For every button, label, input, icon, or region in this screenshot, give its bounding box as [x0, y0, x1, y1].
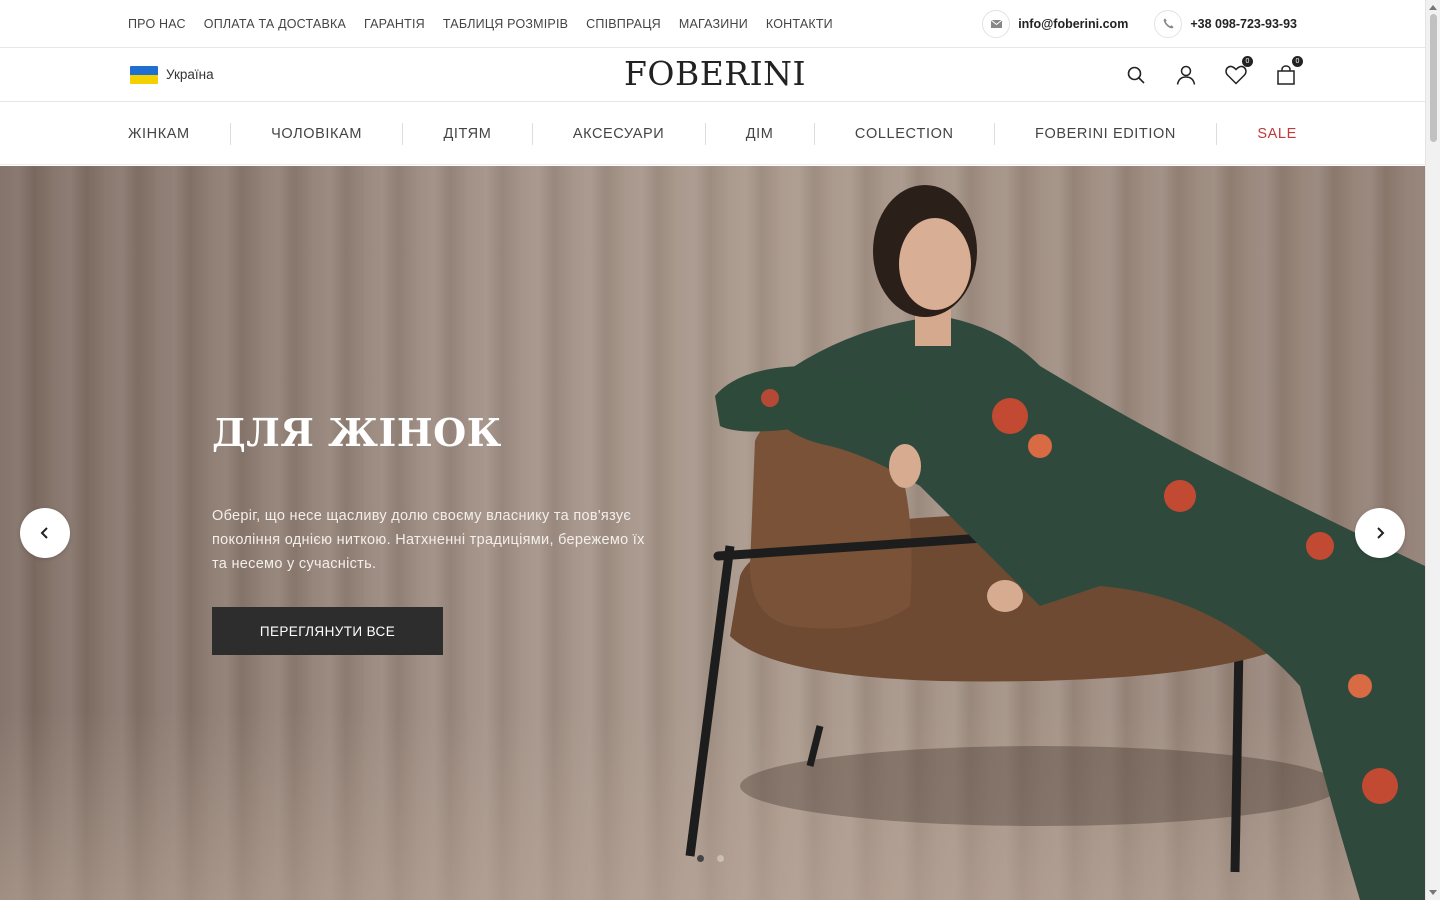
nav-link-cooperation[interactable]: СПІВПРАЦЯ: [586, 17, 661, 31]
slider-next-button[interactable]: [1355, 508, 1405, 558]
hero-image: [685, 185, 1425, 900]
cart-count-badge: 0: [1292, 55, 1303, 67]
header-actions: 0 0: [1097, 48, 1303, 101]
nav-item-men[interactable]: ЧОЛОВІКАМ: [271, 126, 362, 142]
user-icon[interactable]: [1175, 64, 1197, 86]
page-scrollbar[interactable]: [1425, 0, 1440, 900]
phone-text: +38 098-723-93-93: [1190, 16, 1297, 31]
wishlist-count-badge: 0: [1242, 55, 1253, 67]
nav-item-sale[interactable]: SALE: [1257, 126, 1296, 142]
slider-prev-button[interactable]: [20, 508, 70, 558]
nav-item-kids[interactable]: ДІТЯМ: [443, 126, 491, 142]
scroll-down-arrow-icon[interactable]: [1429, 890, 1437, 895]
header: Україна FOBERINI 0 0: [0, 48, 1425, 102]
chevron-left-icon: [40, 527, 48, 539]
slider-dot[interactable]: [697, 855, 704, 862]
nav-divider: [1216, 123, 1218, 145]
view-all-button[interactable]: ПЕРЕГЛЯНУТИ ВСЕ: [212, 607, 443, 655]
bag-icon[interactable]: 0: [1275, 55, 1303, 86]
nav-link-warranty[interactable]: ГАРАНТІЯ: [364, 17, 425, 31]
nav-link-payment-delivery[interactable]: ОПЛАТА ТА ДОСТАВКА: [204, 17, 346, 31]
nav-link-contacts[interactable]: КОНТАКТИ: [766, 17, 833, 31]
nav-divider: [993, 123, 995, 145]
nav-divider: [531, 123, 533, 145]
nav-divider: [402, 123, 404, 145]
nav-link-stores[interactable]: МАГАЗИНИ: [679, 17, 748, 31]
slider-pagination: [697, 855, 724, 862]
mail-icon: [982, 9, 1011, 38]
ukraine-flag-icon: [130, 65, 158, 84]
nav-item-home[interactable]: ДІМ: [746, 126, 774, 142]
nav-divider: [813, 123, 815, 145]
logo[interactable]: FOBERINI: [624, 54, 806, 94]
search-icon[interactable]: [1125, 64, 1147, 86]
contacts: info@foberini.com +38 098-723-93-93: [956, 0, 1297, 47]
scroll-up-arrow-icon[interactable]: [1429, 5, 1437, 10]
hero-title: ДЛЯ ЖІНОК: [212, 410, 502, 455]
country-label: Україна: [166, 67, 214, 82]
nav-link-about[interactable]: ПРО НАС: [128, 17, 186, 31]
heart-icon[interactable]: 0: [1225, 55, 1253, 86]
nav-item-women[interactable]: ЖІНКАМ: [128, 126, 190, 142]
phone-icon: [1154, 9, 1183, 38]
nav-item-collection[interactable]: COLLECTION: [855, 126, 954, 142]
email-text: info@foberini.com: [1018, 16, 1129, 31]
nav-item-accessories[interactable]: АКСЕСУАРИ: [573, 126, 665, 142]
email-contact[interactable]: info@foberini.com: [982, 9, 1129, 38]
nav-divider: [704, 123, 706, 145]
slider-dot[interactable]: [717, 855, 724, 862]
nav-item-foberini-edition[interactable]: FOBERINI EDITION: [1035, 126, 1176, 142]
country-selector[interactable]: Україна: [130, 48, 214, 101]
phone-contact[interactable]: +38 098-723-93-93: [1154, 9, 1297, 38]
chevron-right-icon: [1377, 527, 1385, 539]
scrollbar-thumb[interactable]: [1430, 14, 1437, 142]
nav-divider: [229, 123, 231, 145]
nav-link-size-chart[interactable]: ТАБЛИЦЯ РОЗМІРІВ: [443, 17, 568, 31]
info-nav: ПРО НАС ОПЛАТА ТА ДОСТАВКА ГАРАНТІЯ ТАБЛ…: [128, 0, 851, 47]
hero-description: Оберіг, що несе щасливу долю своєму влас…: [212, 508, 645, 572]
hero-slider: ДЛЯ ЖІНОК Оберіг, що несе щасливу долю с…: [0, 166, 1425, 900]
main-nav: ЖІНКАМ ЧОЛОВІКАМ ДІТЯМ АКСЕСУАРИ ДІМ COL…: [0, 103, 1425, 165]
top-bar: ПРО НАС ОПЛАТА ТА ДОСТАВКА ГАРАНТІЯ ТАБЛ…: [0, 0, 1425, 48]
